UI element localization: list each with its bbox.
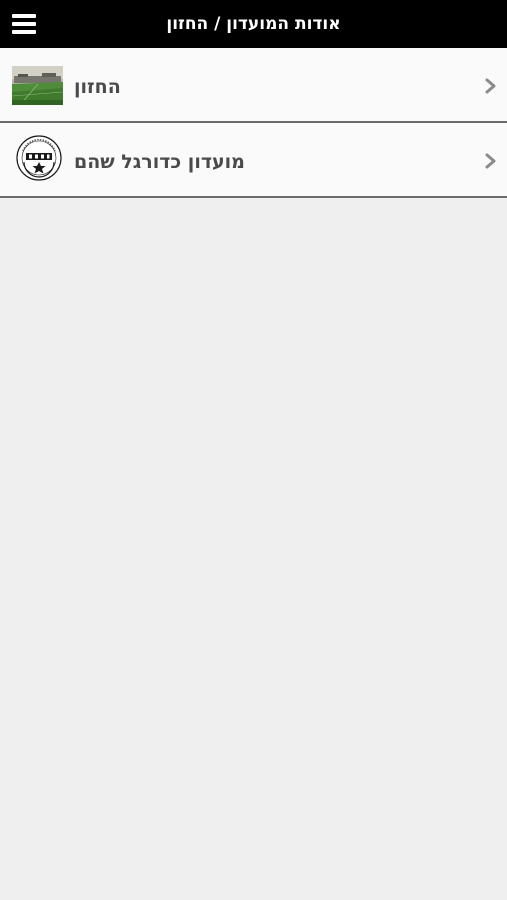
club-crest-logo bbox=[16, 135, 62, 181]
chevron-right-icon bbox=[485, 78, 496, 94]
list-item-vision[interactable]: החזון bbox=[0, 48, 507, 123]
menu-list: החזון מועדון כדורגל שהם bbox=[0, 48, 507, 198]
list-item-label: החזון bbox=[74, 76, 121, 98]
top-bar: אודות המועדון / החזון bbox=[0, 0, 507, 48]
stadium-photo bbox=[12, 66, 63, 105]
stadium-photo-thumbnail bbox=[12, 66, 63, 105]
list-item-label: מועדון כדורגל שהם bbox=[74, 151, 245, 173]
chevron-right-icon bbox=[485, 153, 496, 169]
page-title: אודות המועדון / החזון bbox=[166, 14, 341, 34]
list-item-club[interactable]: מועדון כדורגל שהם bbox=[0, 123, 507, 198]
hamburger-menu-icon[interactable] bbox=[12, 13, 36, 35]
